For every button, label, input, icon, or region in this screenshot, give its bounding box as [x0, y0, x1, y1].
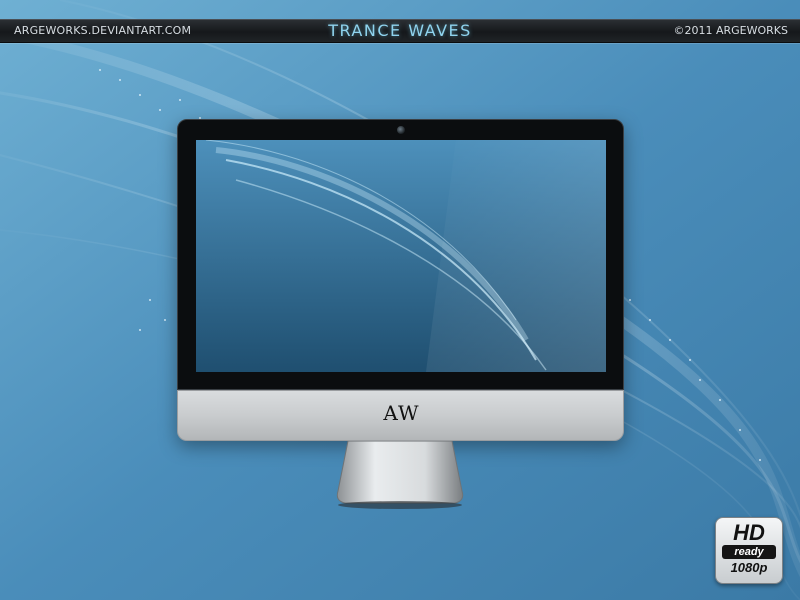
- top-banner: ARGEWORKS.DEVIANTART.COM TRANCE WAVES ©2…: [0, 19, 800, 43]
- monitor-bezel: [177, 119, 624, 390]
- webcam-icon: [397, 126, 405, 134]
- monitor-logo: AW: [383, 401, 420, 425]
- resolution-label: 1080p: [730, 560, 768, 575]
- screen-wallpaper: [196, 140, 606, 372]
- hd-label: HD: [733, 520, 765, 545]
- copyright-text: ©2011 ARGEWORKS: [673, 24, 788, 37]
- hd-ready-badge: HD ready 1080p: [715, 517, 783, 584]
- monitor-chin: AW: [177, 390, 624, 441]
- monitor-screen: [196, 140, 606, 372]
- monitor-illustration: AW: [177, 119, 624, 441]
- ready-label: ready: [722, 545, 776, 559]
- monitor-stand: [336, 441, 464, 509]
